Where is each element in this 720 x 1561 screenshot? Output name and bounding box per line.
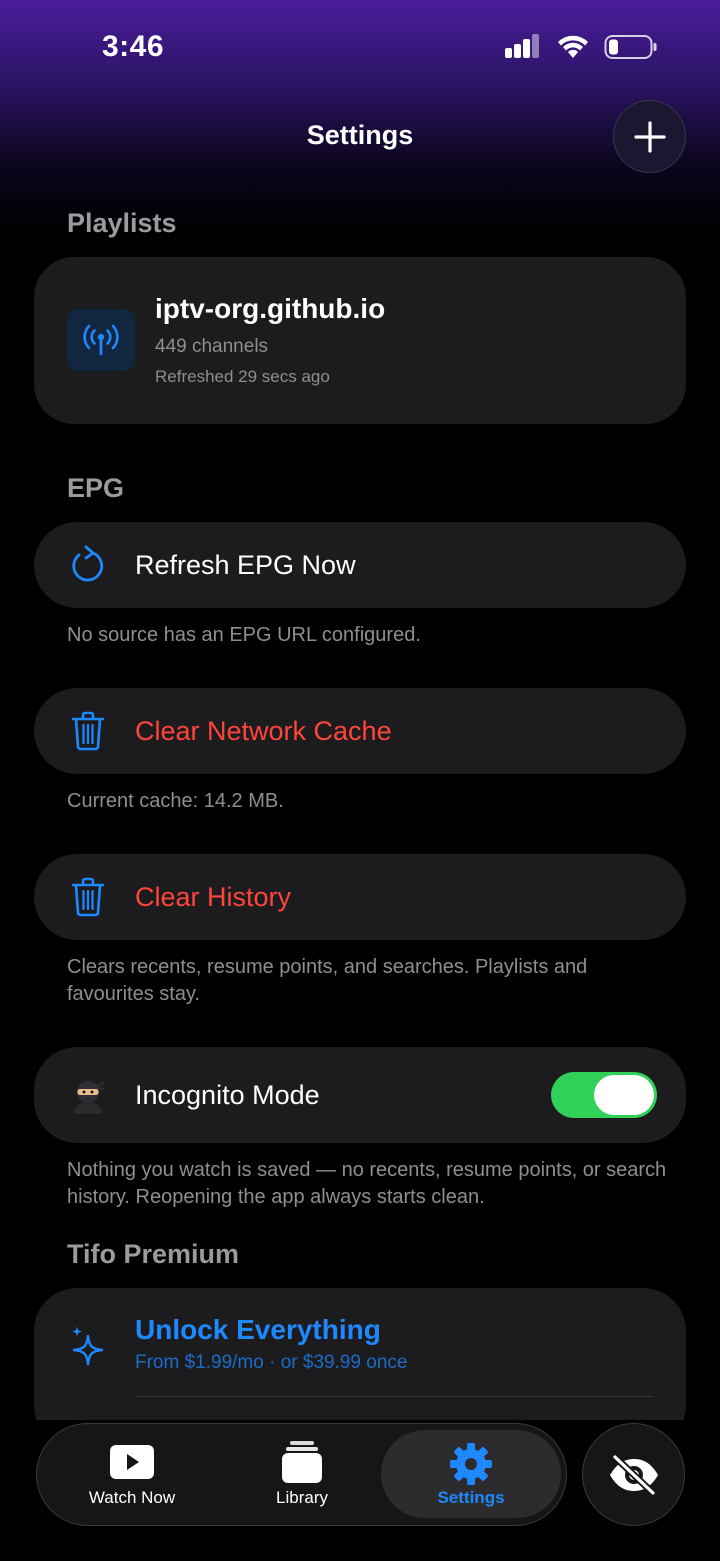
tab-library[interactable]: Library [217,1424,387,1524]
incognito-mode-toggle[interactable] [551,1072,657,1118]
clear-history-button[interactable]: Clear History [34,854,686,940]
clear-network-cache-button[interactable]: Clear Network Cache [34,688,686,774]
wifi-icon [558,35,588,58]
section-label-playlists: Playlists [67,208,177,238]
antenna-icon [83,324,119,356]
section-label-epg: EPG [67,473,125,503]
refresh-epg-note: No source has an EPG URL configured. [67,624,421,646]
incognito-mode-label: Incognito Mode [135,1080,320,1110]
status-time: 3:46 [102,30,165,63]
trash-icon-wrap [68,711,108,751]
ninja-icon-wrap [68,1076,108,1116]
trash-icon [71,877,105,917]
trash-icon [71,711,105,751]
tab-icon-wrap [381,1442,561,1486]
playlist-channel-count: 449 channels [155,336,269,357]
section-label-premium: Tifo Premium [67,1239,240,1269]
playlist-thumbnail [67,309,135,371]
playlist-title: iptv-org.github.io [155,293,386,324]
refresh-icon-wrap [68,545,108,585]
gear-icon [450,1443,492,1485]
play-icon [110,1445,154,1479]
playlist-refreshed-time: Refreshed 29 secs ago [155,367,330,386]
sparkles-icon [71,1326,104,1366]
tab-label: Settings [437,1488,505,1507]
refresh-icon [72,545,104,582]
clear-history-note: Clears recents, resume points, and searc… [67,956,588,1005]
cache-size-note: Current cache: 14.2 MB. [67,790,284,812]
hide-button[interactable] [582,1423,685,1526]
plus-icon [633,120,666,153]
toggle-knob [594,1075,654,1115]
library-icon [282,1441,322,1483]
tab-icon-wrap [47,1440,217,1484]
premium-title: Unlock Everything [135,1314,381,1345]
ninja-icon [74,1081,105,1114]
tab-bar: Watch Now Library Settings [36,1423,567,1526]
cellular-signal-icon [505,34,539,58]
divider [135,1396,653,1397]
page-title: Settings [306,120,414,150]
incognito-mode-note: Nothing you watch is saved — no recents,… [67,1159,667,1208]
sparkles-icon-wrap [68,1324,108,1371]
eye-slash-icon [609,1454,658,1495]
battery-icon [604,35,657,59]
premium-pricing: From $1.99/mo · or $39.99 once [135,1352,408,1373]
status-icons [504,34,658,60]
clear-history-label: Clear History [135,882,292,912]
tab-watch-now[interactable]: Watch Now [47,1424,217,1524]
add-playlist-button[interactable] [613,100,686,173]
tab-settings[interactable]: Settings [381,1430,561,1518]
playlist-card[interactable]: iptv-org.github.io 449 channels Refreshe… [34,257,686,424]
clear-network-cache-label: Clear Network Cache [135,716,392,746]
trash-icon-wrap [68,877,108,917]
tab-icon-wrap [217,1440,387,1484]
settings-screen: 3:46 Settings Playlists iptv-org.github.… [0,0,720,1561]
tab-label: Watch Now [88,1488,176,1507]
incognito-mode-row: Incognito Mode [34,1047,686,1143]
refresh-epg-button[interactable]: Refresh EPG Now [34,522,686,608]
refresh-epg-label: Refresh EPG Now [135,550,356,580]
tab-label: Library [276,1488,328,1507]
